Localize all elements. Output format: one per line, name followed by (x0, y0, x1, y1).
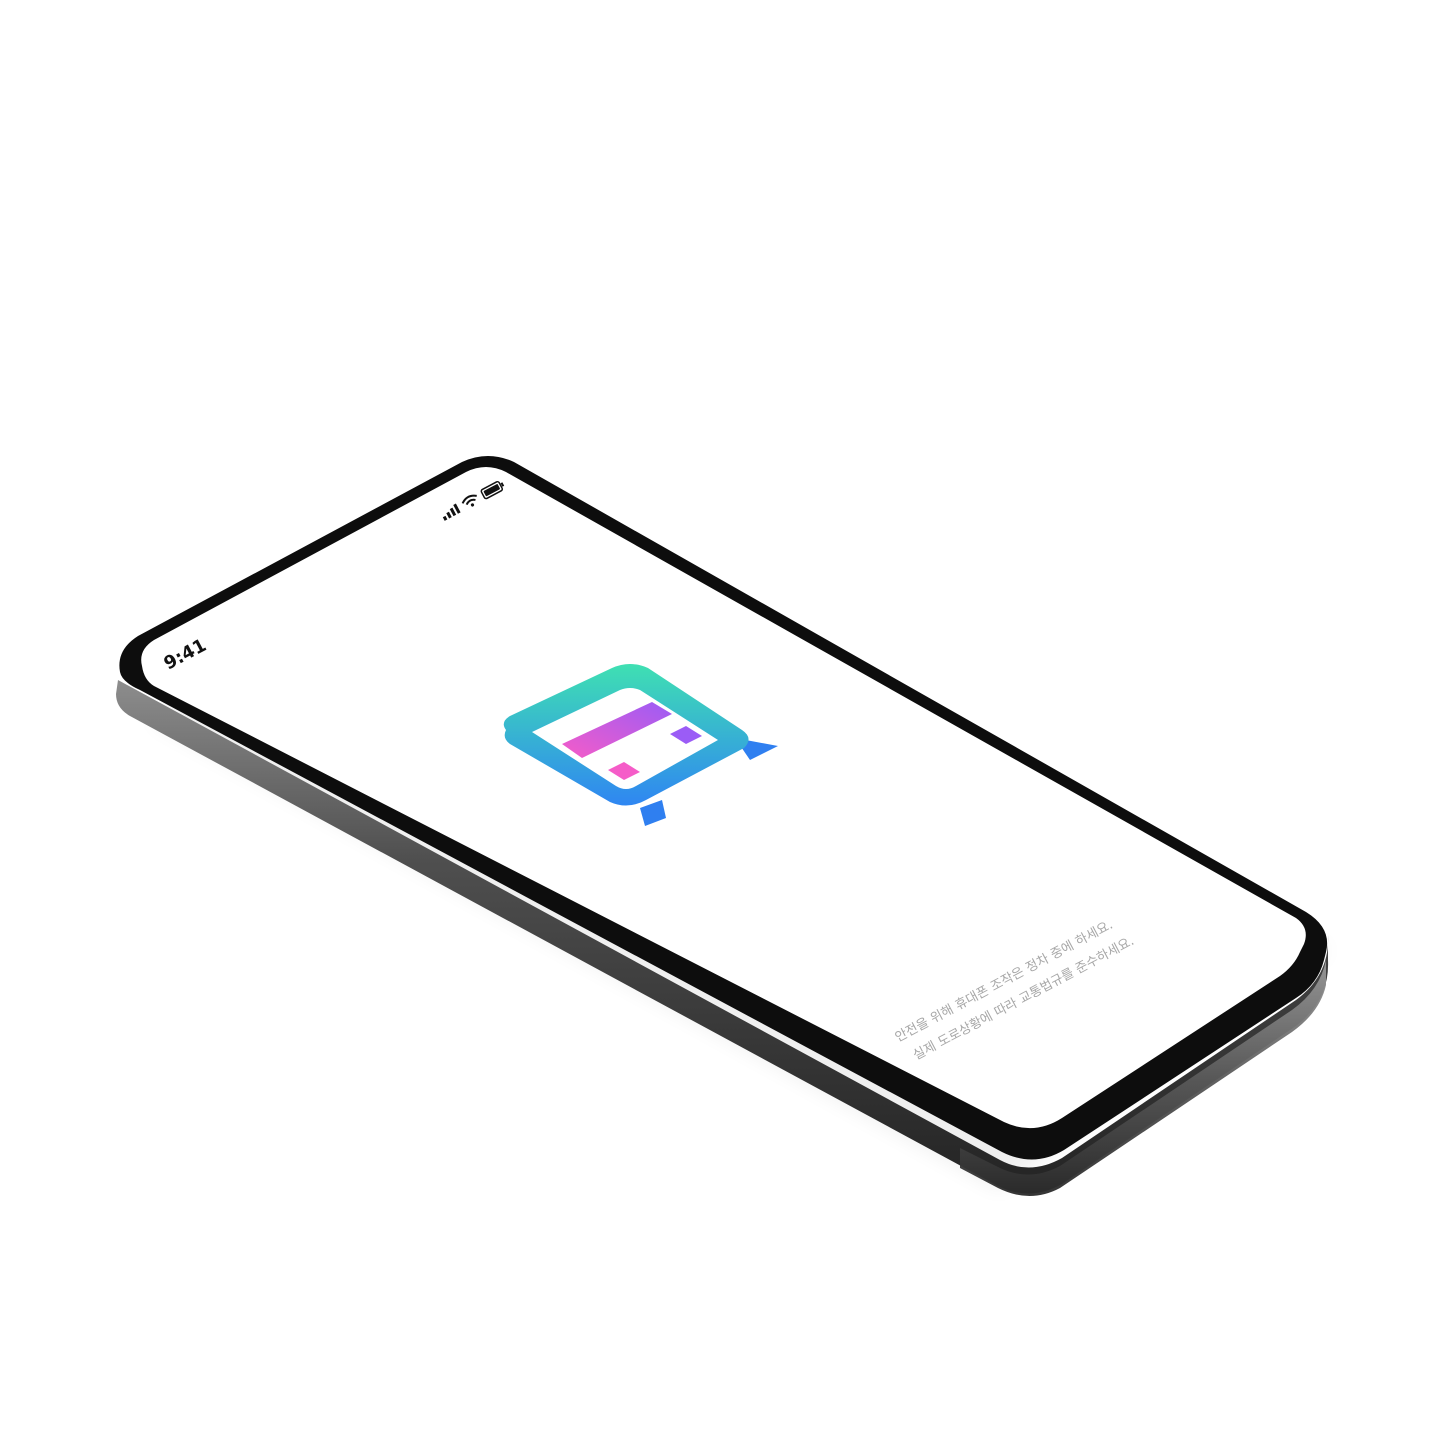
phone-mockup: 9:41 안전을 위해 휴대폰 조작은 정차 중에 하세요. 실제 도로상황에 … (116, 456, 1330, 1196)
device-mockup-stage: 9:41 안전을 위해 휴대폰 조작은 정차 중에 하세요. 실제 도로상황에 … (0, 0, 1440, 1440)
